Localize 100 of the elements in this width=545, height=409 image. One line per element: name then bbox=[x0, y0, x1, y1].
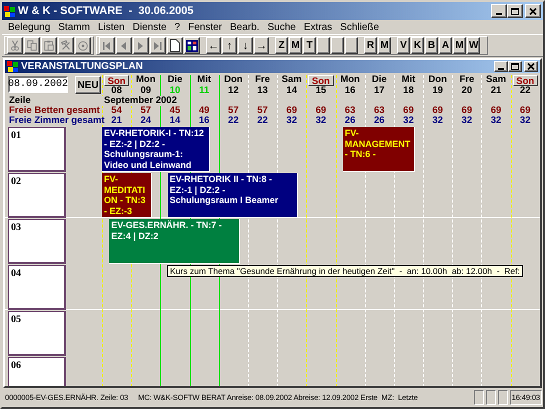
letter-button[interactable]: M bbox=[289, 37, 302, 54]
arrow-button[interactable]: ↓ bbox=[238, 37, 253, 54]
date-field[interactable]: 08.09.2002 bbox=[8, 76, 68, 93]
free-rooms-count: 26 bbox=[372, 116, 386, 126]
row-label[interactable]: 03 bbox=[8, 219, 66, 264]
arrow-button[interactable]: → bbox=[254, 37, 269, 54]
event-block[interactable]: FV-MEDITATION - TN:3 - EZ:-3 bbox=[102, 173, 152, 218]
day-number: 17 bbox=[372, 86, 386, 96]
free-beds-count: 69 bbox=[402, 106, 415, 116]
colored-grid-icon bbox=[186, 38, 198, 52]
free-beds-count: 57 bbox=[256, 106, 269, 116]
maximize-button[interactable] bbox=[507, 4, 523, 18]
document-icon bbox=[169, 39, 181, 52]
free-rooms-count: 32 bbox=[285, 116, 298, 126]
free-beds-count: 63 bbox=[372, 106, 386, 116]
menu-item[interactable]: Dienste bbox=[128, 22, 171, 32]
window-title: VERANSTALTUNGSPLAN bbox=[21, 61, 143, 72]
free-beds-count: 57 bbox=[139, 106, 152, 116]
letter-button[interactable]: K bbox=[411, 37, 424, 54]
row-label[interactable]: 06 bbox=[8, 357, 66, 386]
day-name: Mit bbox=[196, 75, 212, 86]
blank-button[interactable] bbox=[317, 37, 330, 54]
day-number: 11 bbox=[198, 86, 210, 96]
free-rooms-label: Freie Zimmer gesamt bbox=[8, 116, 102, 126]
free-beds-label: Freie Betten gesamt bbox=[8, 106, 101, 116]
event-block[interactable]: EV-RHETORIK II - TN:8 - EZ:-1 | DZ:2 - Schulungsraum I Beamer bbox=[168, 173, 298, 218]
free-rooms-count: 21 bbox=[110, 116, 123, 126]
day-header-button[interactable]: Son bbox=[308, 75, 334, 86]
day-number: 13 bbox=[256, 86, 269, 96]
letter-button[interactable]: A bbox=[439, 37, 452, 54]
free-rooms-count: 22 bbox=[256, 116, 269, 126]
day-header-button[interactable]: Son bbox=[104, 75, 130, 86]
grid-button[interactable] bbox=[184, 37, 200, 54]
day-name: Mit bbox=[400, 75, 416, 86]
status-panel bbox=[498, 390, 508, 405]
day-number: 22 bbox=[518, 86, 532, 96]
arrow-button[interactable]: ↑ bbox=[222, 37, 237, 54]
menu-item[interactable]: Belegung bbox=[4, 22, 54, 32]
free-rooms-count: 32 bbox=[431, 116, 444, 126]
app-logo-icon bbox=[4, 6, 15, 16]
close-icon bbox=[527, 63, 535, 70]
letter-button[interactable]: M bbox=[453, 37, 466, 54]
day-name: Mon bbox=[339, 75, 361, 86]
close-button[interactable] bbox=[525, 4, 541, 18]
free-rooms-count: 32 bbox=[490, 116, 502, 126]
menu-item[interactable]: Extras bbox=[300, 22, 336, 32]
tooltip: Kurs zum Thema "Gesunde Ernährung in der heutigen Zeit" - an: 10.00h ab: 12.00h - Ref: bbox=[167, 265, 523, 277]
free-beds-count: 69 bbox=[431, 106, 444, 116]
day-name: Die bbox=[166, 75, 184, 86]
minimize-button[interactable] bbox=[491, 4, 507, 18]
maximize-button[interactable] bbox=[508, 61, 522, 72]
letter-button[interactable]: Z bbox=[275, 37, 288, 54]
row-label[interactable]: 04 bbox=[8, 265, 66, 310]
free-beds-count: 69 bbox=[518, 106, 532, 116]
minimize-button[interactable] bbox=[494, 61, 508, 72]
letter-button[interactable]: M bbox=[378, 37, 391, 54]
menu-item[interactable]: Suche bbox=[263, 22, 300, 32]
event-block[interactable]: EV-GES.ERNÄHR. - TN:7 - EZ:4 | DZ:2 bbox=[109, 219, 240, 264]
status-panel bbox=[486, 390, 496, 405]
menu-item[interactable]: Fenster bbox=[184, 22, 226, 32]
first-record-icon bbox=[102, 40, 112, 50]
letter-button[interactable]: W bbox=[467, 37, 480, 54]
close-button[interactable] bbox=[524, 61, 538, 72]
day-number: 08 bbox=[110, 86, 123, 96]
row-label[interactable]: 01 bbox=[8, 127, 66, 172]
menu-item[interactable]: Stamm bbox=[54, 22, 94, 32]
free-beds-count: 69 bbox=[490, 106, 502, 116]
free-rooms-count: 16 bbox=[198, 116, 210, 126]
day-number: 15 bbox=[314, 86, 328, 96]
new-button[interactable]: NEU bbox=[75, 76, 101, 94]
document-button[interactable] bbox=[167, 37, 183, 54]
menu-item[interactable]: Listen bbox=[94, 22, 129, 32]
close-icon bbox=[529, 8, 537, 14]
day-name: Fre bbox=[458, 75, 476, 86]
row-label[interactable]: 05 bbox=[8, 311, 66, 356]
status-panel bbox=[474, 390, 484, 405]
letter-button[interactable]: B bbox=[425, 37, 438, 54]
free-beds-count: 69 bbox=[460, 106, 474, 116]
day-number: 21 bbox=[490, 86, 502, 96]
free-rooms-count: 14 bbox=[168, 116, 182, 126]
letter-button[interactable]: R bbox=[364, 37, 377, 54]
menu-item[interactable]: Schließe bbox=[336, 22, 384, 32]
day-name: Die bbox=[370, 75, 388, 86]
row-label[interactable]: 02 bbox=[8, 173, 66, 218]
blank-button[interactable] bbox=[331, 37, 344, 54]
scissors-icon bbox=[9, 39, 21, 52]
maximize-icon bbox=[511, 8, 519, 14]
maximize-icon bbox=[511, 63, 519, 70]
event-block[interactable]: EV-RHETORIK-I - TN:12 - EZ:-2 | DZ:2 - Schulungsraum-1: Video und Leinwand bbox=[102, 127, 210, 172]
arrow-button[interactable]: ← bbox=[206, 37, 221, 54]
letter-button[interactable]: T bbox=[303, 37, 316, 54]
day-name: Fre bbox=[254, 75, 271, 86]
free-beds-count: 54 bbox=[110, 106, 123, 116]
event-block[interactable]: FV-MANAGEMENT - TN:6 - bbox=[342, 127, 415, 172]
menu-item[interactable]: ? bbox=[170, 22, 184, 32]
letter-button[interactable]: V bbox=[397, 37, 410, 54]
day-header-button[interactable]: Son bbox=[512, 75, 538, 86]
blank-button[interactable] bbox=[345, 37, 358, 54]
menu-item[interactable]: Bearb. bbox=[226, 22, 264, 32]
free-rooms-count: 32 bbox=[460, 116, 474, 126]
